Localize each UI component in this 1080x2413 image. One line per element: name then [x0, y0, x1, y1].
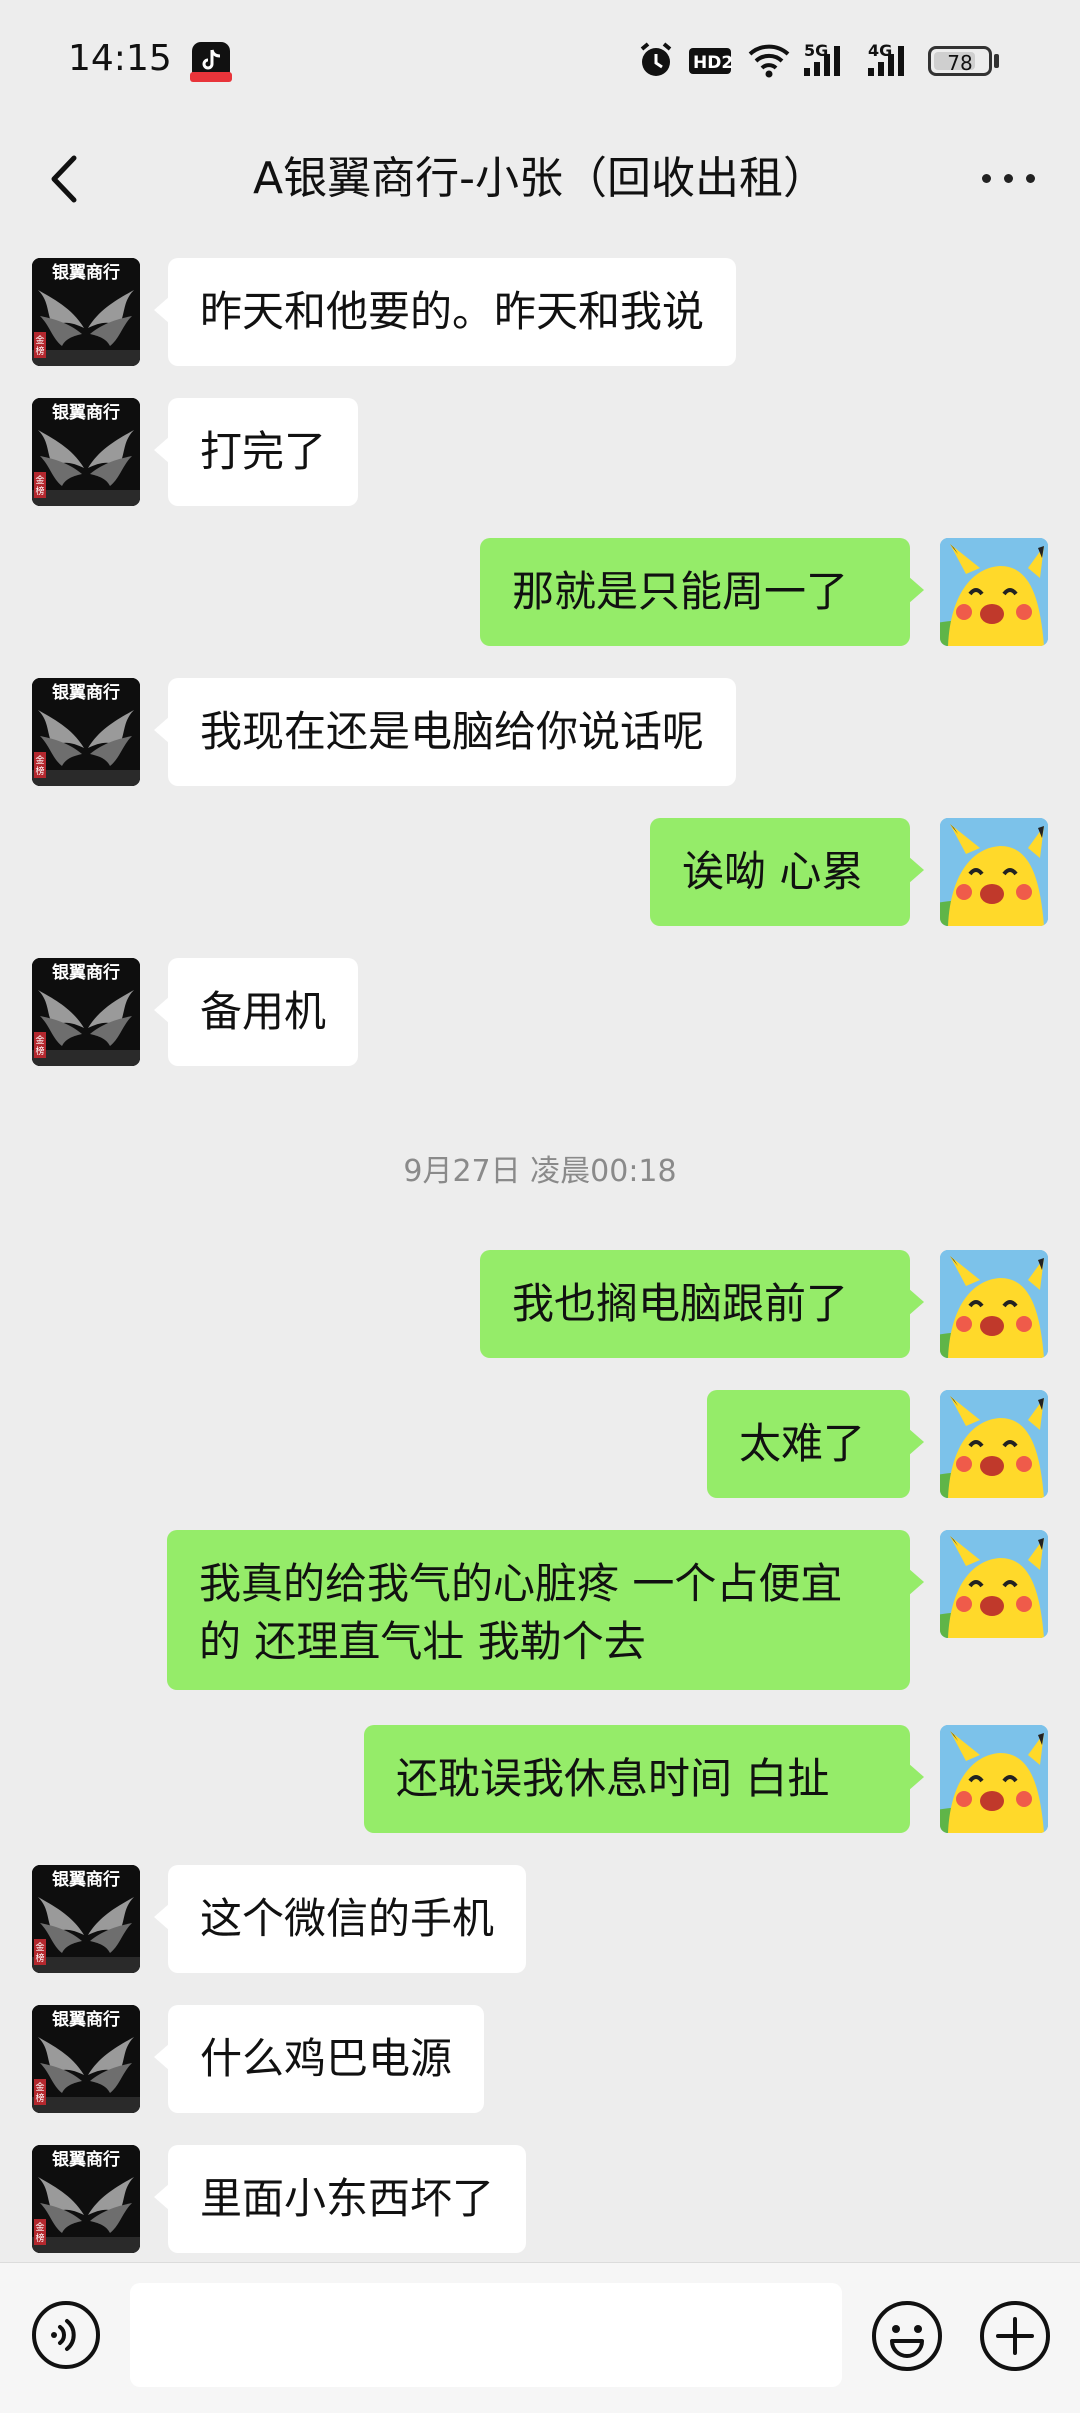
- message-timestamp: 9月27日 凌晨00:18: [403, 1154, 677, 1189]
- contact-avatar[interactable]: 银翼商行金榜: [32, 2005, 140, 2113]
- tiktok-notification-icon: [190, 42, 232, 82]
- svg-text:金: 金: [35, 474, 44, 486]
- svg-text:金: 金: [35, 1034, 44, 1046]
- hd-label: HD2: [693, 53, 732, 73]
- incoming-message-bubble[interactable]: 我现在还是电脑给你说话呢: [153, 678, 737, 786]
- more-dot: [1004, 174, 1013, 183]
- wifi-icon: [748, 44, 790, 78]
- hd-voice-icon: HD2: [689, 48, 732, 74]
- plus-circle-icon: [980, 2301, 1050, 2371]
- my-avatar[interactable]: [940, 1390, 1048, 1498]
- my-avatar[interactable]: [940, 1530, 1048, 1638]
- incoming-message-row: 银翼商行金榜里面小东西坏了: [0, 2145, 1080, 2253]
- voice-input-button[interactable]: [30, 2299, 102, 2371]
- incoming-message-bubble[interactable]: 什么鸡巴电源: [153, 2005, 485, 2113]
- plus-button[interactable]: [978, 2299, 1052, 2373]
- back-button[interactable]: [36, 144, 96, 214]
- incoming-message-row: 银翼商行金榜昨天和他要的。昨天和我说: [0, 258, 1080, 366]
- contact-avatar[interactable]: 银翼商行金榜: [32, 2145, 140, 2253]
- chat-title: A银翼商行-小张（回收出租）: [253, 153, 827, 204]
- signal-4g-icon: 4G: [868, 41, 904, 76]
- alarm-icon: [640, 42, 672, 76]
- incoming-message-row: 银翼商行金榜我现在还是电脑给你说话呢: [0, 678, 1080, 786]
- emoji-icon: [872, 2301, 942, 2371]
- contact-avatar[interactable]: 银翼商行金榜: [32, 958, 140, 1066]
- contact-avatar[interactable]: 银翼商行金榜: [32, 1865, 140, 1973]
- outgoing-message-bubble[interactable]: 还耽误我休息时间 白扯: [364, 1725, 924, 1833]
- svg-text:银翼商行: 银翼商行: [52, 402, 120, 423]
- outgoing-message-row: 我真的给我气的心脏疼 一个占便宜的 还理直气壮 我勒个去: [0, 1530, 1080, 1690]
- outgoing-message-bubble[interactable]: 那就是只能周一了: [480, 538, 924, 646]
- more-options-button[interactable]: [970, 150, 1050, 206]
- svg-text:榜: 榜: [35, 1952, 44, 1964]
- svg-text:银翼商行: 银翼商行: [52, 1869, 120, 1890]
- incoming-message-bubble[interactable]: 这个微信的手机: [153, 1865, 527, 1973]
- outgoing-message-bubble[interactable]: 诶呦 心累: [650, 818, 924, 926]
- svg-text:银翼商行: 银翼商行: [52, 962, 120, 983]
- outgoing-message-bubble[interactable]: 我真的给我气的心脏疼 一个占便宜的 还理直气壮 我勒个去: [167, 1530, 924, 1690]
- voice-icon: [32, 2301, 100, 2369]
- contact-avatar[interactable]: 银翼商行金榜: [32, 258, 140, 366]
- incoming-message-bubble[interactable]: 里面小东西坏了: [153, 2145, 527, 2253]
- chevron-left-icon: [51, 155, 77, 203]
- svg-text:金: 金: [35, 2221, 44, 2233]
- incoming-message-row: 银翼商行金榜这个微信的手机: [0, 1865, 1080, 1973]
- svg-text:银翼商行: 银翼商行: [52, 2009, 120, 2030]
- outgoing-message-row: 诶呦 心累: [0, 818, 1080, 926]
- svg-text:银翼商行: 银翼商行: [52, 262, 120, 283]
- battery-icon: 78: [928, 46, 992, 76]
- contact-avatar[interactable]: 银翼商行金榜: [32, 398, 140, 506]
- chat-header: A银翼商行-小张（回收出租）: [0, 120, 1080, 238]
- outgoing-message-row: 我也搁电脑跟前了: [0, 1250, 1080, 1358]
- svg-text:银翼商行: 银翼商行: [52, 682, 120, 703]
- my-avatar[interactable]: [940, 1250, 1048, 1358]
- outgoing-message-bubble[interactable]: 太难了: [707, 1390, 924, 1498]
- input-bar: [0, 2262, 1080, 2413]
- svg-text:榜: 榜: [35, 345, 44, 357]
- incoming-message-row: 银翼商行金榜打完了: [0, 398, 1080, 506]
- incoming-message-bubble[interactable]: 备用机: [153, 958, 359, 1066]
- svg-text:银翼商行: 银翼商行: [52, 2149, 120, 2170]
- more-dot: [982, 174, 991, 183]
- incoming-message-row: 银翼商行金榜什么鸡巴电源: [0, 2005, 1080, 2113]
- outgoing-message-row: 太难了: [0, 1390, 1080, 1498]
- status-time: 14:15: [68, 38, 172, 79]
- signal-5g-icon: 5G: [804, 41, 840, 76]
- outgoing-message-row: 还耽误我休息时间 白扯: [0, 1725, 1080, 1833]
- contact-avatar[interactable]: 银翼商行金榜: [32, 678, 140, 786]
- svg-text:金: 金: [35, 1941, 44, 1953]
- svg-text:榜: 榜: [35, 765, 44, 777]
- svg-text:榜: 榜: [35, 1045, 44, 1057]
- outgoing-message-bubble[interactable]: 我也搁电脑跟前了: [480, 1250, 924, 1358]
- svg-text:金: 金: [35, 2081, 44, 2093]
- svg-text:金: 金: [35, 754, 44, 766]
- more-dot: [1026, 174, 1035, 183]
- my-avatar[interactable]: [940, 1725, 1048, 1833]
- incoming-message-row: 银翼商行金榜备用机: [0, 958, 1080, 1066]
- svg-text:榜: 榜: [35, 485, 44, 497]
- battery-level: 78: [947, 51, 973, 75]
- incoming-message-bubble[interactable]: 打完了: [153, 398, 359, 506]
- svg-text:榜: 榜: [35, 2232, 44, 2244]
- svg-text:金: 金: [35, 334, 44, 346]
- battery-tip: [994, 54, 999, 68]
- my-avatar[interactable]: [940, 818, 1048, 926]
- emoji-button[interactable]: [870, 2299, 944, 2373]
- incoming-message-bubble[interactable]: 昨天和他要的。昨天和我说: [153, 258, 737, 366]
- svg-text:榜: 榜: [35, 2092, 44, 2104]
- my-avatar[interactable]: [940, 538, 1048, 646]
- status-bar: 14:15 HD2 5G 4G 78: [0, 0, 1080, 120]
- message-input[interactable]: [130, 2283, 842, 2387]
- outgoing-message-row: 那就是只能周一了: [0, 538, 1080, 646]
